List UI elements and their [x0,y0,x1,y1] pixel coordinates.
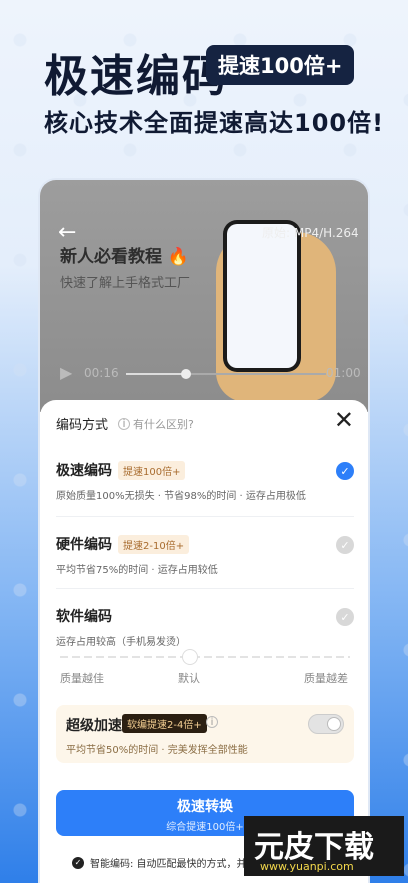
turbo-desc: 平均节省50%的时间 · 完美发挥全部性能 [66,745,248,756]
phone-image [223,220,301,372]
turbo-toggle[interactable] [308,714,344,734]
slider-label-default: 默认 [178,672,200,685]
watermark-url: www.yuanpi.com [260,860,354,873]
video-total-time: 01:00 [326,366,361,380]
watermark: 元皮下载 www.yuanpi.com [244,816,404,876]
footer-note-text: 智能编码: 自动匹配最快的方式，并 [90,859,247,870]
device-frame: ← 原始: MP4/H.264 新人必看教程 🔥 快速了解上手格式工厂 ▶ 00… [38,178,370,883]
option-desc: 原始质量100%无损失 · 节省98%的时间 · 运存占用极低 [56,491,306,502]
video-current-time: 00:16 [84,366,119,380]
divider [56,516,354,517]
toggle-knob [327,717,341,731]
option-tag: 提速2-10倍+ [118,534,190,554]
video-progress-knob[interactable] [181,369,191,379]
check-icon[interactable]: ✓ [336,608,354,626]
smart-encoding-note[interactable]: ✓ 智能编码: 自动匹配最快的方式，并 [72,855,247,870]
play-icon[interactable]: ▶ [60,363,72,382]
convert-label: 极速转换 [177,799,233,815]
option-software-encoding[interactable]: 软件编码 运存占用较高（手机易发烫） ✓ [56,606,354,648]
option-hardware-encoding[interactable]: 硬件编码 提速2-10倍+ 平均节省75%的时间 · 运存占用较低 ✓ [56,534,354,576]
turbo-tag: 软编提速2-4倍+ [122,714,207,733]
option-desc: 运存占用较高（手机易发烫） [56,637,186,648]
super-acceleration-card: 超级加速 软编提速2-4倍+ i 平均节省50%的时间 · 完美发挥全部性能 [56,705,354,763]
difference-link[interactable]: 有什么区别? [133,416,194,432]
encoding-sheet: 编码方式 i 有什么区别? ✕ 极速编码 提速100倍+ 原始质量100%无损失… [40,400,368,883]
option-name: 硬件编码 [56,537,112,553]
option-name: 软件编码 [56,609,112,625]
option-name: 极速编码 [56,463,112,479]
slider-label-best: 质量越佳 [60,672,104,685]
turbo-title: 超级加速 [66,718,122,734]
sheet-title: 编码方式 [56,418,109,433]
check-circle-icon[interactable]: ✓ [72,856,84,869]
info-icon[interactable]: i [206,716,218,728]
hero-subtitle: 核心技术全面提速高达100倍! [44,109,385,137]
info-icon[interactable]: i [118,417,131,430]
video-subtitle: 快速了解上手格式工厂 [60,276,191,291]
slider-label-worse: 质量越差 [304,672,348,685]
video-format-label: 原始: MP4/H.264 [262,226,359,240]
check-icon[interactable]: ✓ [336,536,354,554]
hero-badge: 提速100倍+ [206,45,355,85]
option-desc: 平均节省75%的时间 · 运存占用较低 [56,565,218,576]
quality-slider-track[interactable] [60,656,350,658]
hero-title: 极速编码 [44,51,228,102]
video-progress-bar[interactable] [126,369,326,379]
sheet-header: 编码方式 i 有什么区别? [56,414,194,433]
divider [56,588,354,589]
video-progress-fill [126,373,186,375]
video-title: 新人必看教程 🔥 [60,247,190,267]
check-icon[interactable]: ✓ [336,462,354,480]
close-icon[interactable]: ✕ [334,406,354,434]
tutorial-video[interactable]: ← 原始: MP4/H.264 新人必看教程 🔥 快速了解上手格式工厂 ▶ 00… [40,180,368,412]
option-tag: 提速100倍+ [118,460,186,480]
quality-slider-knob[interactable] [182,649,198,665]
option-turbo-encoding[interactable]: 极速编码 提速100倍+ 原始质量100%无损失 · 节省98%的时间 · 运存… [56,460,354,502]
